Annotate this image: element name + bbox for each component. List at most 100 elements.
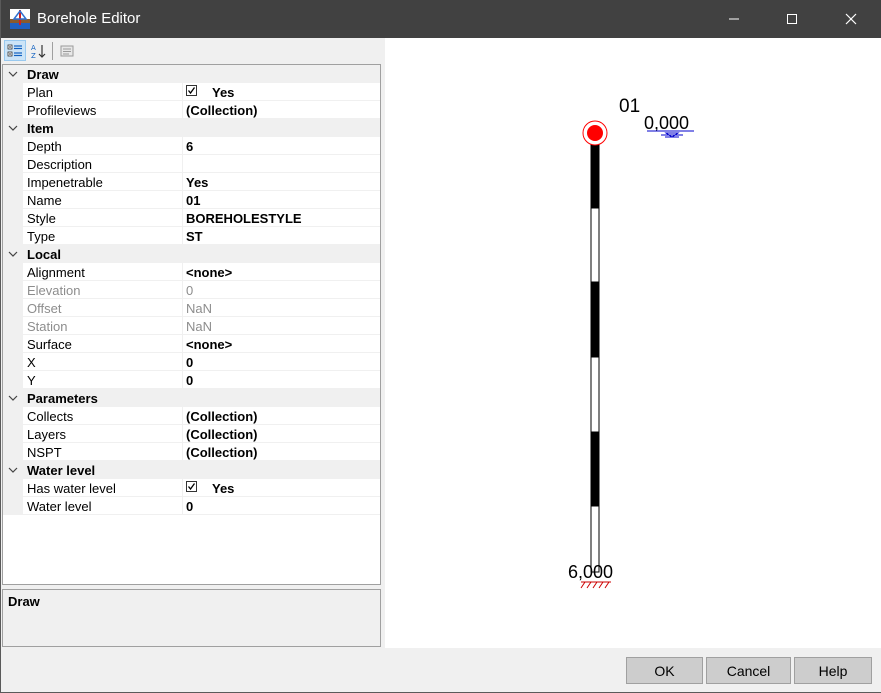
property-row-offset: Offset NaN bbox=[3, 299, 380, 317]
property-value[interactable]: (Collection) bbox=[186, 445, 258, 460]
category-parameters[interactable]: Parameters bbox=[3, 389, 380, 407]
property-value[interactable]: 6 bbox=[186, 139, 193, 154]
ok-button[interactable]: OK bbox=[626, 657, 703, 684]
svg-text:A: A bbox=[31, 44, 36, 52]
borehole-segment-dark bbox=[591, 282, 599, 357]
property-pages-button[interactable] bbox=[56, 40, 78, 61]
bottom-hatch-icon bbox=[580, 581, 611, 589]
property-pages-icon bbox=[60, 45, 74, 56]
property-row-style[interactable]: Style BOREHOLESTYLE bbox=[3, 209, 380, 227]
borehole-editor-window: Borehole Editor A Z Draw Plan Yes Profil… bbox=[0, 0, 881, 693]
categorized-button[interactable] bbox=[4, 40, 26, 61]
property-row-y[interactable]: Y 0 bbox=[3, 371, 380, 389]
property-name: Surface bbox=[27, 337, 72, 352]
category-local[interactable]: Local bbox=[3, 245, 380, 263]
property-name: Impenetrable bbox=[27, 175, 103, 190]
toolbar-separator bbox=[52, 42, 53, 60]
property-name: Collects bbox=[27, 409, 74, 424]
category-label: Water level bbox=[27, 463, 96, 478]
maximize-icon bbox=[787, 14, 797, 24]
property-value[interactable]: (Collection) bbox=[186, 103, 258, 118]
property-name: Water level bbox=[27, 499, 92, 514]
borehole-drawing: 01 0,000 6,000 bbox=[568, 96, 694, 589]
minimize-icon bbox=[729, 18, 739, 20]
property-name: Plan bbox=[27, 85, 54, 100]
maximize-button[interactable] bbox=[769, 0, 815, 38]
description-title: Draw bbox=[8, 594, 40, 609]
close-button[interactable] bbox=[828, 0, 874, 38]
property-value[interactable]: BOREHOLESTYLE bbox=[186, 211, 302, 226]
alphabetical-button[interactable]: A Z bbox=[28, 40, 50, 61]
property-name: Depth bbox=[27, 139, 62, 154]
property-name: Name bbox=[27, 193, 62, 208]
property-row-layers[interactable]: Layers (Collection) bbox=[3, 425, 380, 443]
property-value[interactable]: Yes bbox=[212, 481, 234, 496]
category-draw[interactable]: Draw bbox=[3, 65, 380, 83]
property-row-water-level[interactable]: Water level 0 bbox=[3, 497, 380, 515]
property-row-depth[interactable]: Depth 6 bbox=[3, 137, 380, 155]
property-value[interactable]: 0 bbox=[186, 355, 193, 370]
property-value[interactable]: <none> bbox=[186, 265, 232, 280]
category-water-level[interactable]: Water level bbox=[3, 461, 380, 479]
chevron-down-icon[interactable] bbox=[7, 68, 19, 80]
property-name: NSPT bbox=[27, 445, 62, 460]
property-row-x[interactable]: X 0 bbox=[3, 353, 380, 371]
property-row-surface[interactable]: Surface <none> bbox=[3, 335, 380, 353]
property-row-plan[interactable]: Plan Yes bbox=[3, 83, 380, 101]
description-panel: Draw bbox=[2, 589, 381, 647]
property-name: Layers bbox=[27, 427, 67, 442]
property-value[interactable]: (Collection) bbox=[186, 427, 258, 442]
property-name: Description bbox=[27, 157, 93, 172]
borehole-preview[interactable]: 01 0,000 6,000 bbox=[385, 38, 881, 648]
property-row-station: Station NaN bbox=[3, 317, 380, 335]
property-value: NaN bbox=[186, 319, 213, 334]
property-value[interactable]: 0 bbox=[186, 499, 193, 514]
property-row-type[interactable]: Type ST bbox=[3, 227, 380, 245]
property-name: Offset bbox=[27, 301, 62, 316]
property-name: Alignment bbox=[27, 265, 85, 280]
property-name: Y bbox=[27, 373, 36, 388]
property-value[interactable]: 01 bbox=[186, 193, 200, 208]
minimize-button[interactable] bbox=[711, 0, 757, 38]
svg-text:Z: Z bbox=[31, 52, 36, 59]
plan-checkbox[interactable] bbox=[186, 85, 197, 96]
property-row-impenetrable[interactable]: Impenetrable Yes bbox=[3, 173, 380, 191]
property-value[interactable]: ST bbox=[186, 229, 203, 244]
property-value[interactable]: Yes bbox=[212, 85, 234, 100]
property-value[interactable]: (Collection) bbox=[186, 409, 258, 424]
borehole-name-label: 01 bbox=[619, 96, 640, 117]
property-row-alignment[interactable]: Alignment <none> bbox=[3, 263, 380, 281]
chevron-down-icon[interactable] bbox=[7, 248, 19, 260]
category-label: Local bbox=[27, 247, 61, 262]
borehole-segment-dark bbox=[591, 432, 599, 506]
property-row-nspt[interactable]: NSPT (Collection) bbox=[3, 443, 380, 461]
cancel-button[interactable]: Cancel bbox=[706, 657, 791, 684]
category-label: Parameters bbox=[27, 391, 98, 406]
borehole-segment-light bbox=[590, 356, 600, 433]
chevron-down-icon[interactable] bbox=[7, 392, 19, 404]
property-value[interactable]: 0 bbox=[186, 373, 193, 388]
borehole-collar-icon bbox=[582, 120, 608, 146]
property-value[interactable]: <none> bbox=[186, 337, 232, 352]
property-grid[interactable]: Draw Plan Yes Profileviews (Collection) … bbox=[2, 64, 381, 585]
title-bar[interactable]: Borehole Editor bbox=[1, 0, 881, 38]
property-value: NaN bbox=[186, 301, 213, 316]
property-row-name[interactable]: Name 01 bbox=[3, 191, 380, 209]
bottom-depth-label: 6,000 bbox=[568, 562, 613, 582]
chevron-down-icon[interactable] bbox=[7, 122, 19, 134]
checkmark-icon bbox=[187, 87, 196, 95]
property-value: 0 bbox=[186, 283, 194, 298]
property-row-profileviews[interactable]: Profileviews (Collection) bbox=[3, 101, 380, 119]
borehole-segments bbox=[590, 136, 600, 573]
has-water-level-checkbox[interactable] bbox=[186, 481, 197, 492]
property-name: Has water level bbox=[27, 481, 116, 496]
category-item[interactable]: Item bbox=[3, 119, 380, 137]
property-row-description[interactable]: Description bbox=[3, 155, 380, 173]
help-button[interactable]: Help bbox=[794, 657, 872, 684]
categorized-view-icon bbox=[7, 44, 22, 56]
property-value[interactable]: Yes bbox=[186, 175, 208, 190]
chevron-down-icon[interactable] bbox=[7, 464, 19, 476]
category-label: Item bbox=[27, 121, 54, 136]
property-row-has-water-level[interactable]: Has water level Yes bbox=[3, 479, 380, 497]
property-row-collects[interactable]: Collects (Collection) bbox=[3, 407, 380, 425]
